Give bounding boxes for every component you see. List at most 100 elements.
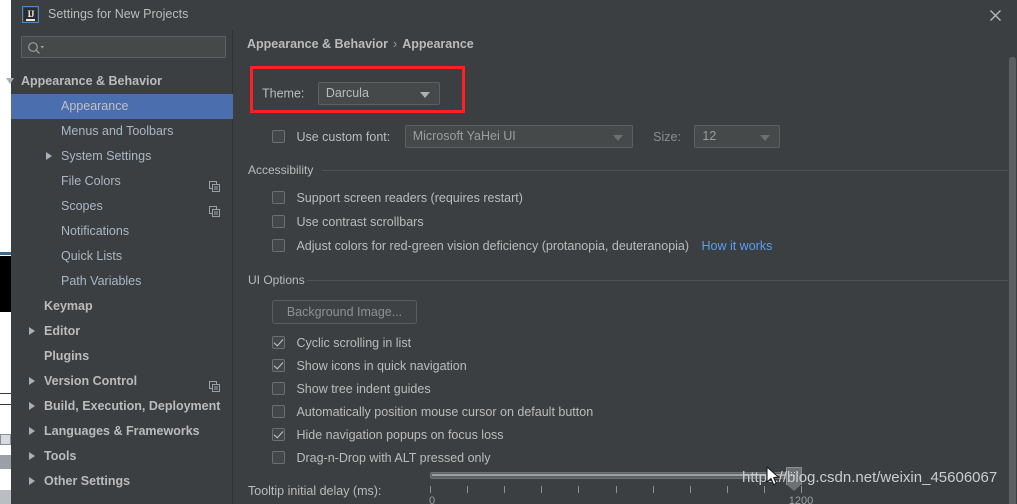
chevron-right-icon[interactable] (29, 327, 35, 335)
show-tree-indent-guides-row[interactable]: Show tree indent guides (272, 380, 431, 398)
sidebar-item-languages-frameworks[interactable]: Languages & Frameworks (11, 419, 233, 444)
content-scrollbar-thumb[interactable] (1009, 57, 1016, 504)
tooltip-delay-slider-knob[interactable] (786, 467, 802, 491)
show-icons-quick-nav-checkbox[interactable] (272, 359, 285, 373)
cyclic-scrolling-row[interactable]: Cyclic scrolling in list (272, 334, 411, 352)
slider-tick (578, 486, 579, 493)
breadcrumb-separator: › (393, 37, 398, 51)
slider-tick (690, 486, 691, 493)
background-square (0, 434, 11, 445)
sidebar-item-label: Version Control (44, 374, 138, 388)
sidebar-item-label: Appearance (61, 99, 129, 113)
theme-select[interactable]: Darcula (317, 82, 440, 105)
sidebar-item-plugins[interactable]: Plugins (11, 344, 233, 369)
use-custom-font-label: Use custom font: (296, 129, 391, 144)
chevron-right-icon[interactable] (29, 377, 35, 385)
sidebar-item-system-settings[interactable]: System Settings (11, 144, 233, 169)
search-box[interactable] (21, 36, 226, 60)
use-contrast-scrollbars-row[interactable]: Use contrast scrollbars (272, 213, 424, 231)
sidebar-item-scopes[interactable]: Scopes (11, 194, 233, 219)
sidebar-item-tools[interactable]: Tools (11, 444, 233, 469)
slider-tick (467, 486, 468, 493)
settings-content-panel: Appearance & Behavior › Appearance Theme: … (234, 30, 1017, 504)
custom-font-select[interactable]: Microsoft YaHei UI (404, 125, 633, 148)
accessibility-group-rule (322, 170, 1012, 171)
chevron-right-icon[interactable] (29, 402, 35, 410)
font-size-select[interactable]: 12 (694, 125, 781, 148)
content-scrollbar[interactable] (1008, 57, 1017, 504)
tooltip-delay-label: Tooltip initial delay (ms): (248, 484, 382, 498)
sidebar-item-label: Quick Lists (61, 249, 123, 263)
chevron-right-icon[interactable] (29, 427, 35, 435)
hide-nav-popups-row[interactable]: Hide navigation popups on focus loss (272, 426, 504, 444)
background-line-1 (0, 393, 11, 394)
background-image-button[interactable]: Background Image... (272, 300, 417, 324)
sidebar-item-label: System Settings (61, 149, 152, 163)
sidebar-item-label: File Colors (61, 174, 121, 188)
sidebar-item-version-control[interactable]: Version Control (11, 369, 233, 394)
support-screen-readers-row[interactable]: Support screen readers (requires restart… (272, 189, 523, 207)
adjust-colors-row[interactable]: Adjust colors for red-green vision defic… (272, 237, 772, 255)
use-contrast-scrollbars-checkbox[interactable] (272, 215, 285, 229)
sidebar-item-label: Tools (44, 449, 77, 463)
close-icon-glyph (989, 10, 1001, 21)
search-input[interactable] (48, 37, 221, 59)
slider-tick (616, 486, 617, 493)
tooltip-delay-slider-track[interactable] (430, 472, 802, 479)
chevron-down-icon (419, 92, 430, 98)
sidebar-item-build-execution-deployment[interactable]: Build, Execution, Deployment (11, 394, 233, 419)
adjust-colors-checkbox[interactable] (272, 239, 285, 253)
chevron-down-icon[interactable] (6, 78, 14, 84)
chevron-right-icon[interactable] (29, 477, 35, 485)
use-contrast-scrollbars-label: Use contrast scrollbars (296, 214, 424, 229)
use-custom-font-checkbox[interactable] (272, 130, 285, 143)
drag-n-drop-alt-checkbox[interactable] (272, 451, 285, 465)
sidebar-item-other-settings[interactable]: Other Settings (11, 469, 233, 494)
cyclic-scrolling-checkbox[interactable] (272, 336, 285, 350)
drag-n-drop-alt-row[interactable]: Drag-n-Drop with ALT pressed only (272, 449, 491, 467)
background-grey-sliver-1 (0, 455, 11, 469)
sidebar-item-editor[interactable]: Editor (11, 319, 233, 344)
slider-tick (727, 486, 728, 493)
sidebar-item-label: Scopes (61, 199, 103, 213)
sidebar-item-label: Build, Execution, Deployment (44, 399, 221, 413)
settings-dialog-screenshot: IJ Settings for New Projects Appearance … (0, 0, 1017, 504)
chevron-right-icon[interactable] (29, 452, 35, 460)
hide-nav-popups-checkbox[interactable] (272, 428, 285, 442)
sidebar-item-appearance[interactable]: Appearance (11, 94, 233, 119)
settings-tree: Appearance & Behavior Appearance Menus and… (6, 69, 233, 494)
sidebar-item-path-variables[interactable]: Path Variables (11, 269, 233, 294)
chevron-right-icon[interactable] (46, 152, 52, 160)
auto-position-cursor-row[interactable]: Automatically position mouse cursor on d… (272, 403, 593, 421)
sidebar-item-file-colors[interactable]: File Colors (11, 169, 233, 194)
how-it-works-link[interactable]: How it works (701, 239, 772, 253)
sidebar-item-keymap[interactable]: Keymap (11, 294, 233, 319)
show-tree-indent-guides-checkbox[interactable] (272, 382, 285, 396)
auto-position-cursor-checkbox[interactable] (272, 405, 285, 419)
tooltip-delay-slider-fill (432, 474, 800, 476)
slider-max-label: 1200 (788, 495, 814, 504)
search-icon (27, 41, 45, 60)
slider-tick (504, 486, 505, 493)
slider-tick (764, 486, 765, 493)
show-icons-quick-nav-row[interactable]: Show icons in quick navigation (272, 357, 467, 375)
sidebar-item-menus-and-toolbars[interactable]: Menus and Toolbars (11, 119, 233, 144)
sidebar-item-notifications[interactable]: Notifications (11, 219, 233, 244)
support-screen-readers-checkbox[interactable] (272, 191, 285, 205)
accessibility-group-title: Accessibility (248, 163, 314, 177)
sidebar-item-appearance-behavior[interactable]: Appearance & Behavior (6, 69, 233, 94)
tooltip-delay-slider-ticks: 0 1200 (429, 486, 813, 504)
font-size-select-value: 12 (702, 129, 717, 143)
sidebar-item-label: Editor (44, 324, 81, 338)
close-icon[interactable] (984, 5, 1006, 25)
title-bar: IJ Settings for New Projects (11, 0, 1017, 30)
background-grey-sliver-2 (0, 490, 11, 504)
window-title: Settings for New Projects (48, 7, 189, 21)
sidebar-item-quick-lists[interactable]: Quick Lists (11, 244, 233, 269)
slider-tick (653, 486, 654, 493)
breadcrumb-root[interactable]: Appearance & Behavior (247, 37, 388, 51)
settings-window: IJ Settings for New Projects Appearance … (6, 0, 1017, 504)
background-editor-sliver (0, 256, 11, 312)
settings-sidebar: Appearance & Behavior Appearance Menus and… (6, 30, 233, 504)
auto-position-cursor-label: Automatically position mouse cursor on d… (296, 404, 594, 419)
